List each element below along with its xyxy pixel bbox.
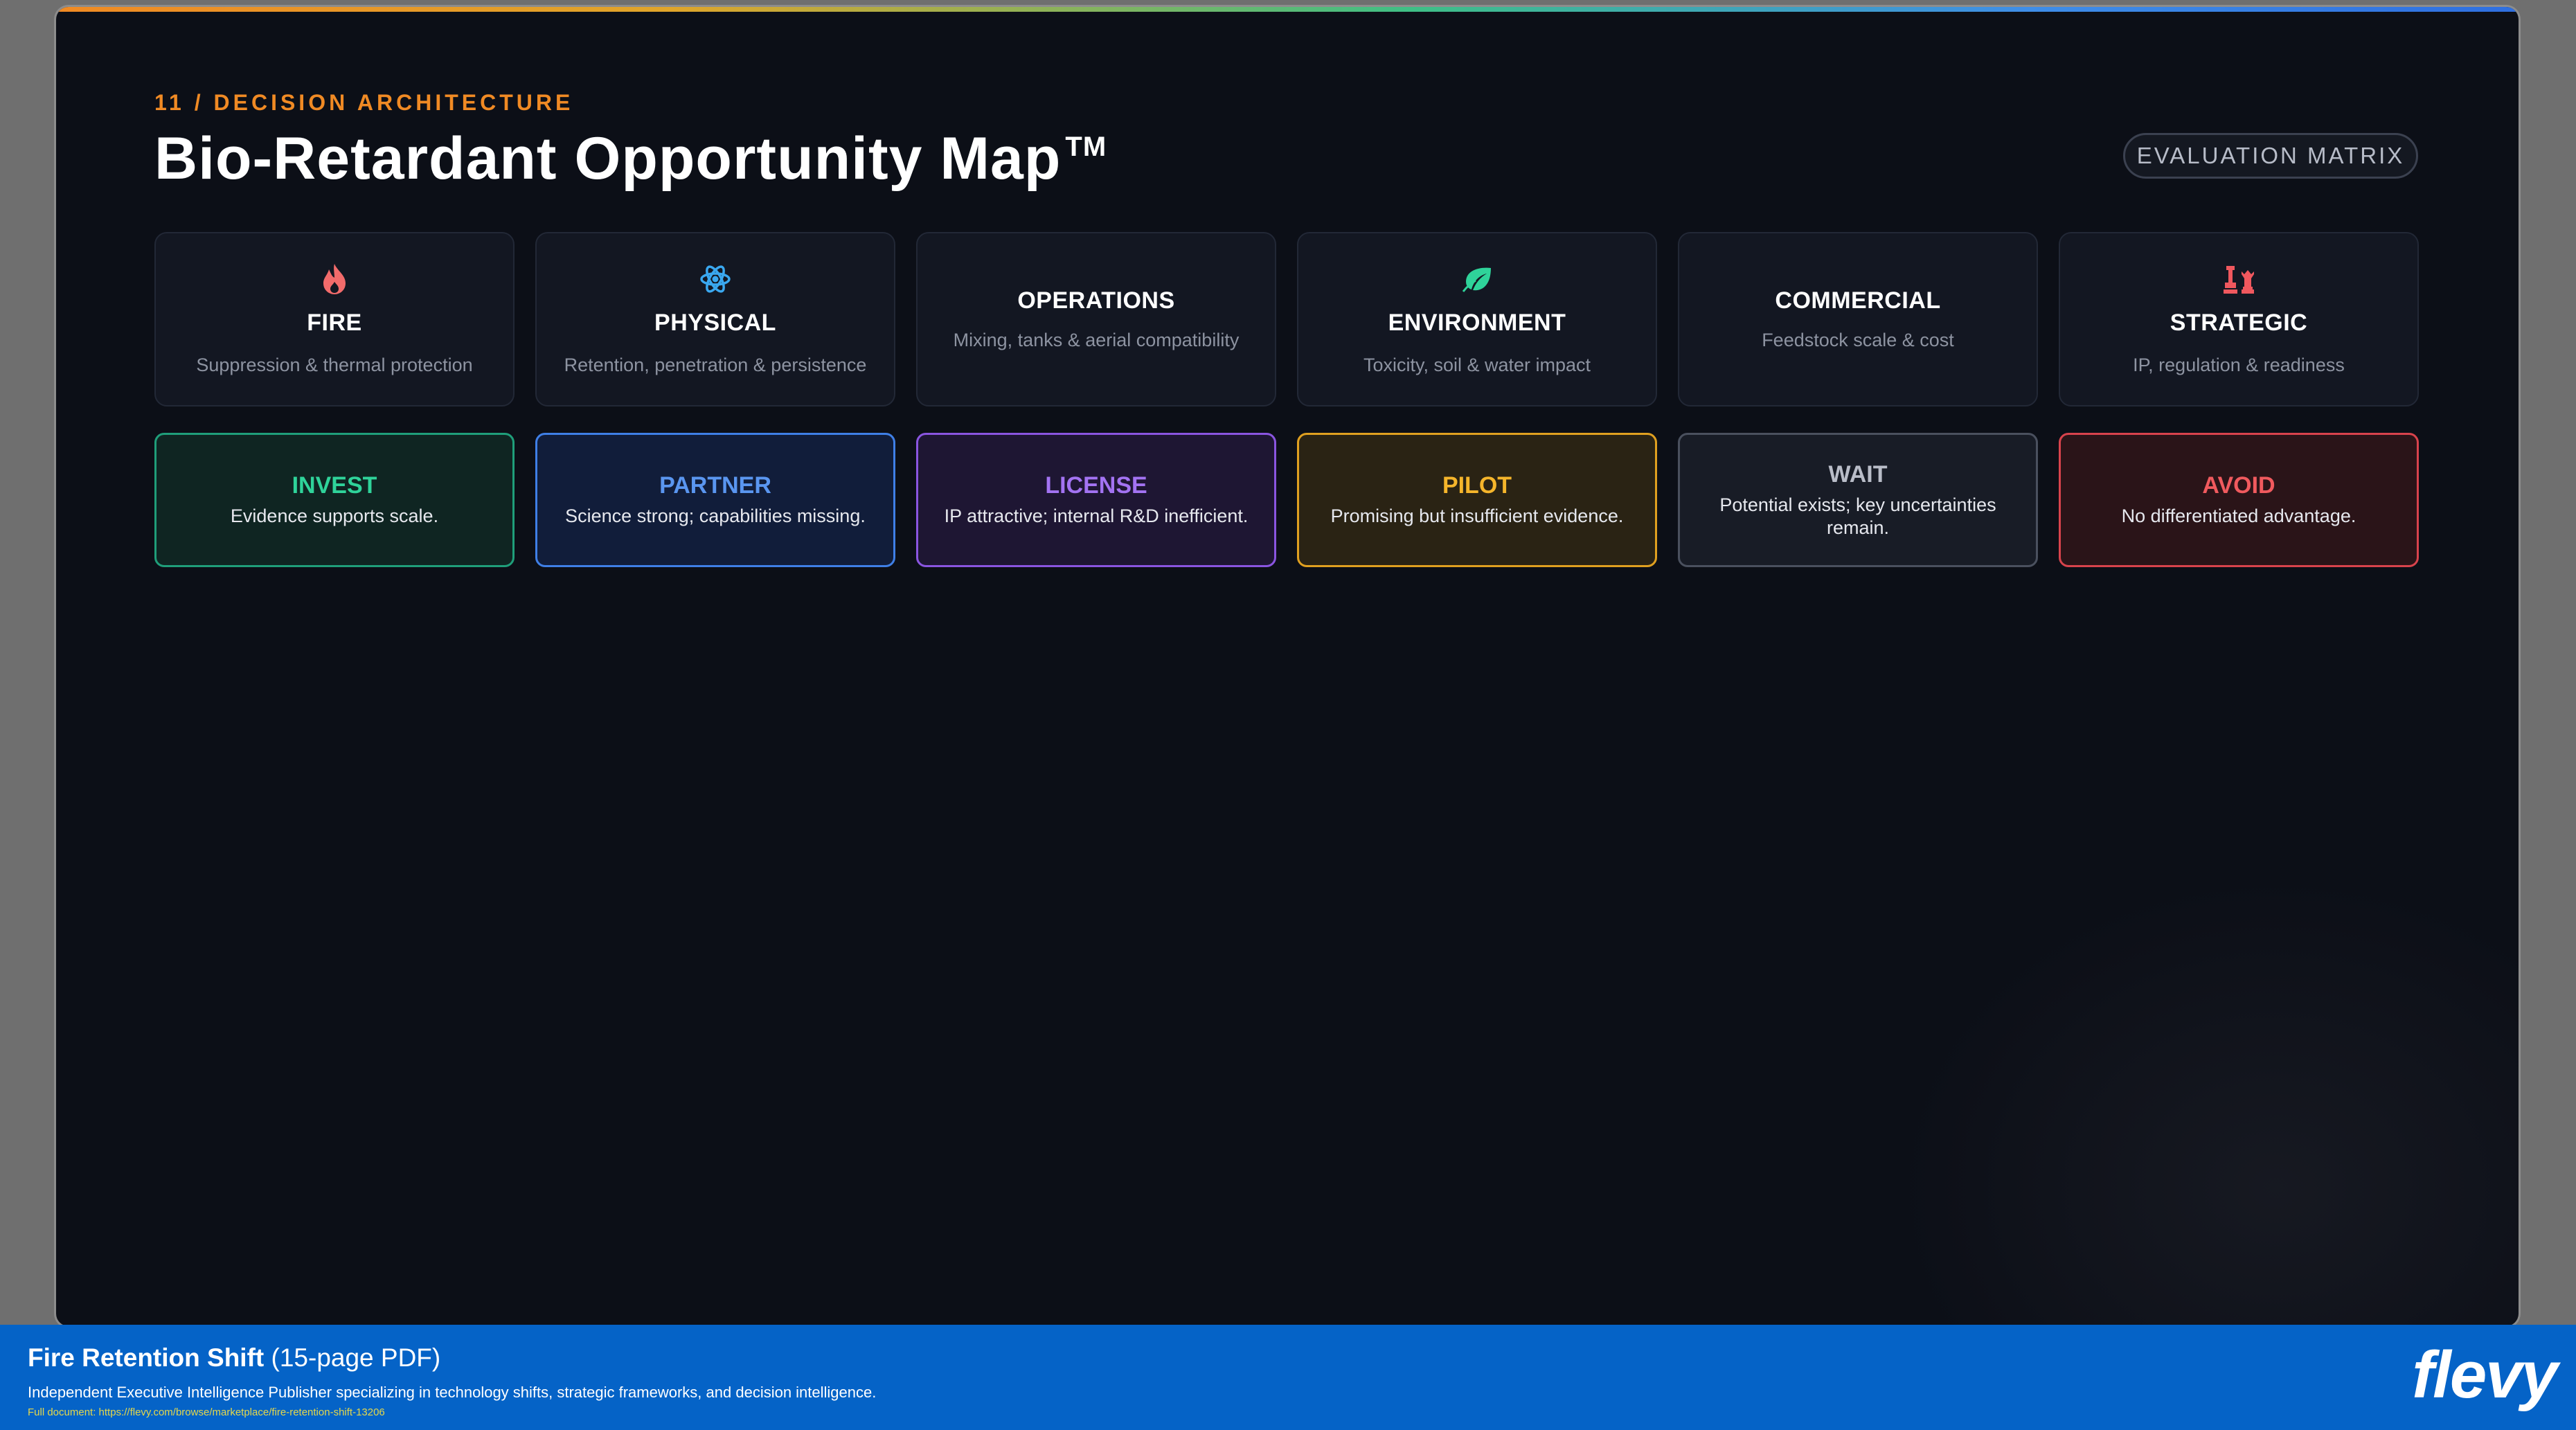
footer-publisher-description: Independent Executive Intelligence Publi… [28, 1384, 877, 1401]
dimension-description: IP, regulation & readiness [2133, 355, 2345, 375]
decision-label: LICENSE [1045, 472, 1147, 499]
dimension-name: STRATEGIC [2170, 310, 2308, 336]
decision-label: INVEST [292, 472, 377, 499]
decision-text: Promising but insufficient evidence. [1330, 506, 1624, 526]
dimension-card-environment: ENVIRONMENT Toxicity, soil & water impac… [1297, 232, 1657, 406]
slide-title-text: Bio-Retardant Opportunity Map [154, 125, 1062, 192]
evaluation-matrix-badge: EVALUATION MATRIX [2123, 133, 2418, 179]
dimension-row: FIRE Suppression & thermal protection PH… [154, 232, 2419, 406]
slide-accent-bar [56, 7, 2519, 12]
decision-label: PILOT [1442, 472, 1512, 499]
decision-label: PARTNER [659, 472, 771, 499]
decision-row: INVEST Evidence supports scale. PARTNER … [154, 433, 2419, 567]
decision-card-avoid: AVOID No differentiated advantage. [2059, 433, 2419, 567]
dimension-description: Mixing, tanks & aerial compatibility [953, 330, 1240, 350]
decision-card-license: LICENSE IP attractive; internal R&D inef… [916, 433, 1276, 567]
dimension-card-operations: OPERATIONS Mixing, tanks & aerial compat… [916, 232, 1276, 406]
dimension-card-strategic: STRATEGIC IP, regulation & readiness [2059, 232, 2419, 406]
decision-card-partner: PARTNER Science strong; capabilities mis… [535, 433, 895, 567]
dimension-description: Toxicity, soil & water impact [1363, 355, 1591, 375]
decision-card-pilot: PILOT Promising but insufficient evidenc… [1297, 433, 1657, 567]
dimension-name: COMMERCIAL [1775, 287, 1941, 314]
decision-text: Potential exists; key uncertainties rema… [1719, 494, 1996, 538]
footer-title-text: Fire Retention Shift [28, 1343, 265, 1372]
footer-page-count: (15-page PDF) [271, 1343, 441, 1372]
decision-card-wait: WAIT Potential exists; key uncertainties… [1678, 433, 2038, 567]
decision-card-invest: INVEST Evidence supports scale. [154, 433, 515, 567]
chess-icon [2222, 262, 2255, 296]
footer-document-link[interactable]: Full document: https://flevy.com/browse/… [28, 1406, 385, 1418]
footer-document-title: Fire Retention Shift (15-page PDF) [28, 1343, 440, 1373]
leaf-icon [1460, 262, 1494, 296]
dimension-card-fire: FIRE Suppression & thermal protection [154, 232, 515, 406]
flame-icon [318, 262, 351, 296]
dimension-name: OPERATIONS [1017, 287, 1175, 314]
section-kicker: 11 / DECISION ARCHITECTURE [154, 90, 574, 115]
dimension-card-physical: PHYSICAL Retention, penetration & persis… [535, 232, 895, 406]
slide-title: Bio-Retardant Opportunity Map TM [154, 125, 1107, 193]
dimension-name: FIRE [307, 310, 362, 336]
dimension-description: Suppression & thermal protection [196, 355, 473, 375]
dimension-name: ENVIRONMENT [1388, 310, 1566, 336]
document-footer-banner: Fire Retention Shift (15-page PDF) Indep… [0, 1325, 2576, 1430]
decision-text: IP attractive; internal R&D inefficient. [944, 506, 1249, 526]
decision-label: AVOID [2202, 472, 2275, 499]
dimension-name: PHYSICAL [654, 310, 776, 336]
dimension-description: Retention, penetration & persistence [564, 355, 867, 375]
background-glow [1895, 876, 2519, 1326]
trademark-mark: TM [1065, 132, 1107, 162]
atom-icon [699, 262, 732, 296]
decision-label: WAIT [1828, 461, 1888, 488]
dimension-card-commercial: COMMERCIAL Feedstock scale & cost [1678, 232, 2038, 406]
slide: 11 / DECISION ARCHITECTURE Bio-Retardant… [56, 7, 2519, 1326]
decision-text: Evidence supports scale. [230, 506, 439, 526]
dimension-description: Feedstock scale & cost [1762, 330, 1954, 350]
flevy-logo[interactable]: flevy [2412, 1337, 2558, 1413]
decision-text: Science strong; capabilities missing. [565, 506, 866, 526]
decision-text: No differentiated advantage. [2121, 506, 2356, 526]
